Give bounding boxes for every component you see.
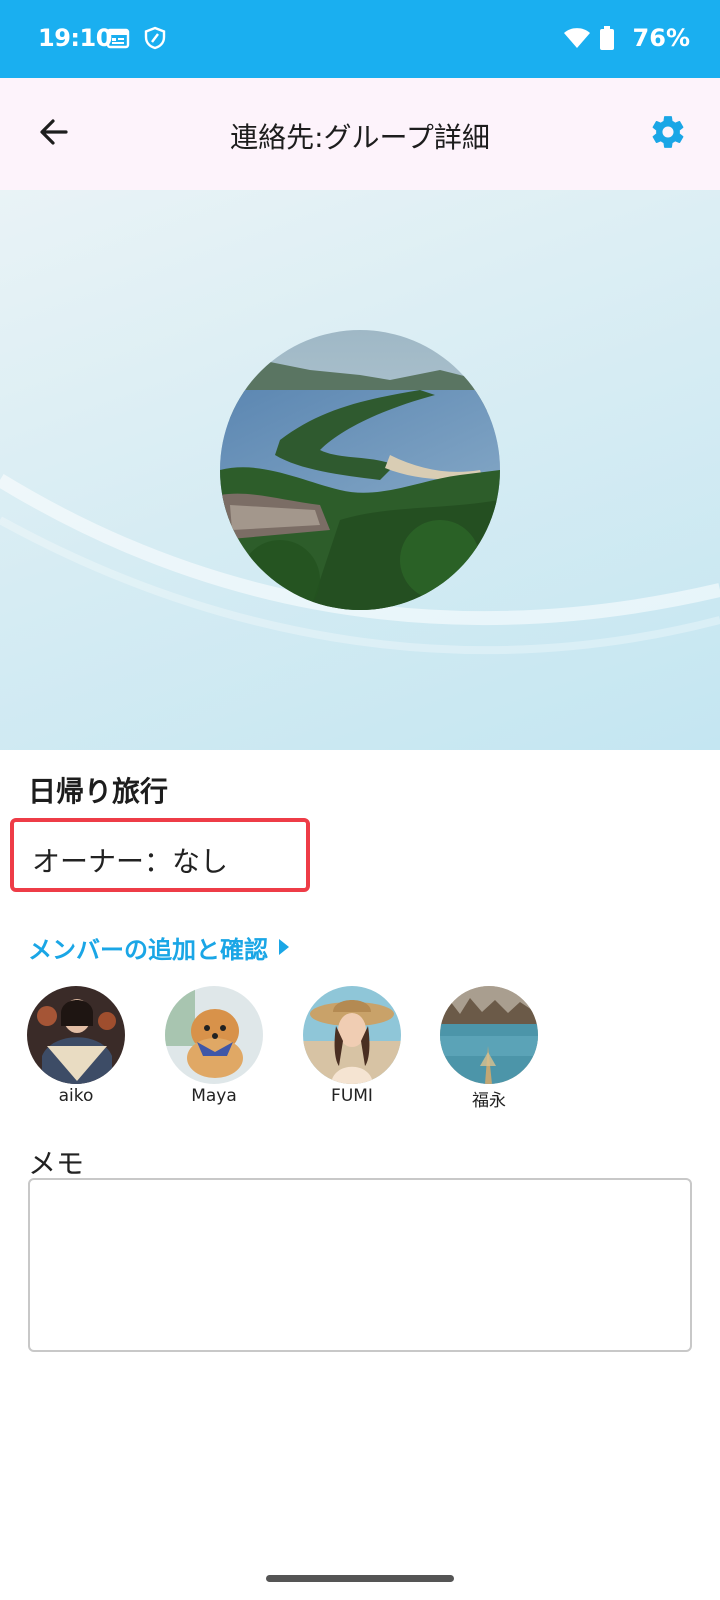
memo-field[interactable] [28, 1178, 692, 1352]
add-and-view-members-link[interactable]: メンバーの追加と確認 [28, 930, 290, 965]
status-bar: 19:10 76% [0, 0, 720, 78]
gear-icon [649, 113, 687, 155]
page-title: 連絡先:グループ詳細 [230, 121, 490, 154]
members-link-label: メンバーの追加と確認 [28, 936, 268, 964]
group-name: 日帰り旅行 [28, 775, 169, 808]
member-name: aiko [58, 1086, 94, 1106]
battery-icon [600, 26, 614, 54]
back-arrow-icon [38, 116, 70, 152]
gesture-nav-handle[interactable] [266, 1575, 454, 1582]
avatar [165, 986, 263, 1084]
wifi-icon [564, 28, 590, 52]
owner-highlight-box: オーナー：なし [10, 818, 310, 892]
avatar [303, 986, 401, 1084]
screen: 19:10 76% 連絡先:グループ詳細 日帰り旅行 オーナー：なし メンバーの… [0, 0, 720, 1600]
app-bar: 連絡先:グループ詳細 [0, 78, 720, 190]
battery-percent: 76% [632, 24, 690, 52]
shield-icon [144, 26, 166, 54]
memo-textarea[interactable] [30, 1180, 690, 1350]
status-time: 19:10 [38, 24, 112, 52]
settings-button[interactable] [640, 106, 696, 162]
landscape-photo [220, 330, 500, 610]
member-fukunaga[interactable]: 福永 [439, 986, 539, 1111]
group-header-background [0, 190, 720, 750]
memo-label: メモ [28, 1147, 85, 1180]
member-fumi[interactable]: FUMI [302, 986, 402, 1106]
member-name: 福永 [472, 1091, 506, 1111]
group-photo[interactable] [220, 330, 500, 610]
member-name: Maya [191, 1086, 237, 1106]
calendar-icon [106, 26, 130, 54]
member-aiko[interactable]: aiko [26, 986, 126, 1106]
avatar [440, 986, 538, 1084]
caret-right-icon [278, 934, 290, 962]
back-button[interactable] [26, 106, 82, 162]
avatar [27, 986, 125, 1084]
owner-text: オーナー：なし [32, 845, 229, 878]
member-maya[interactable]: Maya [164, 986, 264, 1106]
member-name: FUMI [331, 1086, 373, 1106]
